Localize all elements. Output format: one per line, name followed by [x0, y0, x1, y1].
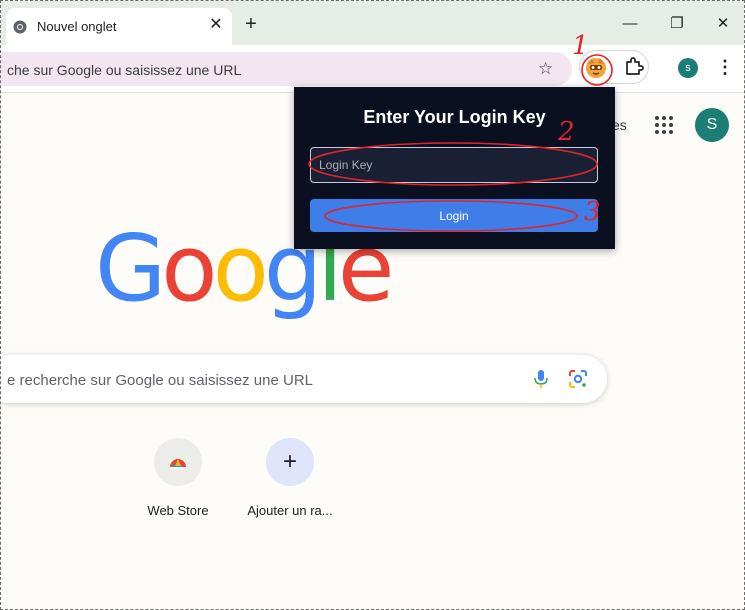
shortcut-label: Web Store — [147, 503, 209, 518]
tab-close-icon[interactable]: ✕ — [207, 16, 225, 34]
search-placeholder: e recherche sur Google ou saisissez une … — [7, 372, 313, 389]
shortcut-tile: + — [266, 438, 314, 486]
close-window-button[interactable]: ✕ — [711, 12, 735, 36]
login-button[interactable]: Login — [310, 199, 598, 232]
new-tab-button[interactable]: + — [241, 14, 261, 34]
tab-new-tab[interactable]: Nouvel onglet ✕ — [6, 8, 232, 45]
shortcut-web-store[interactable]: Web Store — [122, 438, 234, 528]
browser-menu-icon[interactable]: ⋮ — [716, 56, 734, 78]
google-search-box[interactable]: e recherche sur Google ou saisissez une … — [1, 355, 607, 403]
annotation-number-3: 3 — [584, 197, 601, 227]
annotation-number-2: 2 — [558, 117, 575, 147]
browser-window: Nouvel onglet ✕ + — ❐ ✕ che sur Google o… — [0, 0, 745, 610]
logo-letter: o — [212, 215, 269, 322]
shortcut-add[interactable]: + Ajouter un ra... — [234, 438, 346, 528]
shortcut-tile — [154, 438, 202, 486]
bookmark-star-icon[interactable]: ☆ — [538, 59, 553, 79]
extension-login-popup: Enter Your Login Key Login — [294, 87, 615, 249]
shortcut-label: Ajouter un ra... — [247, 503, 333, 518]
google-lens-icon[interactable] — [568, 369, 588, 389]
logo-letter: G — [95, 215, 166, 322]
google-account-avatar[interactable]: S — [695, 108, 729, 142]
microphone-icon[interactable] — [533, 369, 549, 389]
chrome-icon — [13, 20, 27, 34]
tab-strip: Nouvel onglet ✕ + — ❐ ✕ — [1, 1, 744, 45]
restore-button[interactable]: ❐ — [665, 12, 689, 36]
address-bar-text: che sur Google ou saisissez une URL — [7, 62, 242, 78]
annotation-number-1: 1 — [572, 31, 589, 61]
login-key-input[interactable] — [310, 147, 598, 183]
tab-title: Nouvel onglet — [37, 19, 117, 34]
chrome-web-store-icon — [170, 459, 186, 470]
minimize-button[interactable]: — — [618, 12, 642, 36]
extensions-puzzle-icon[interactable] — [623, 56, 645, 78]
address-bar[interactable]: che sur Google ou saisissez une URL ☆ — [1, 52, 572, 86]
logo-letter: o — [161, 215, 217, 322]
google-apps-icon[interactable] — [653, 114, 675, 136]
profile-avatar[interactable]: s — [678, 58, 698, 78]
plus-icon: + — [266, 438, 314, 486]
toolbar: che sur Google ou saisissez une URL ☆ s … — [1, 45, 744, 93]
